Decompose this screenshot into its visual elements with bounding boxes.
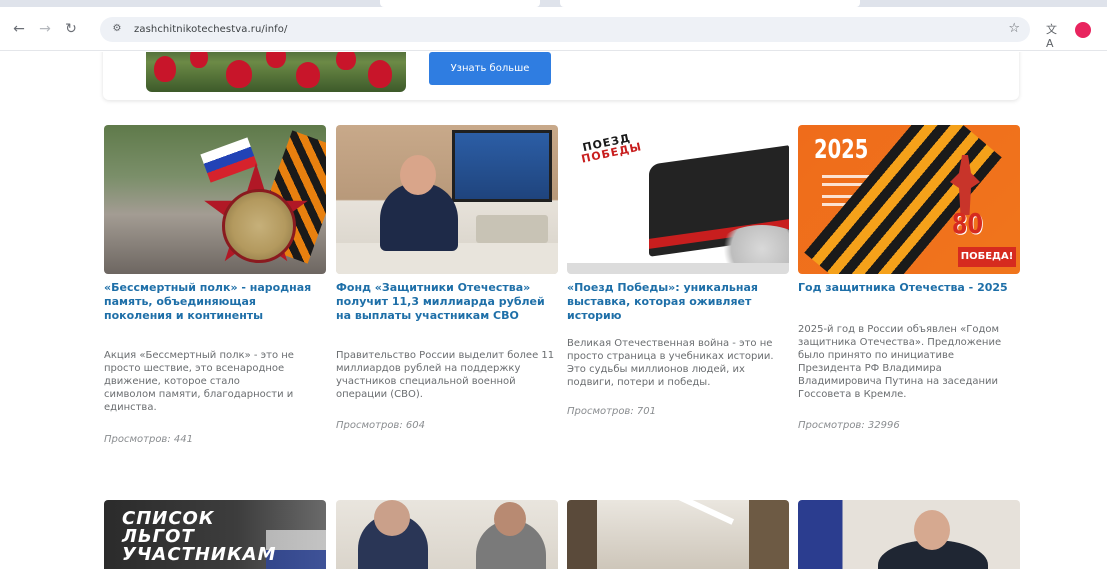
card-excerpt: 2025-й год в России объявлен «Годом защи… — [798, 324, 1002, 400]
anniversary-label: 80 — [951, 207, 984, 240]
star-icon[interactable]: ☆ — [1008, 20, 1020, 38]
card-excerpt: Правительство России выделит более 11 ми… — [336, 350, 555, 400]
arrow-left-icon[interactable]: ← — [10, 20, 28, 38]
card-views: Просмотров: 441 — [104, 434, 193, 445]
news-card-image[interactable] — [798, 500, 1020, 569]
card-image-text: СПИСОК ЛЬГОТ УЧАСТНИКАМ — [122, 508, 277, 565]
browser-tab[interactable] — [380, 0, 540, 7]
card-title[interactable]: «Поезд Победы»: уникальная выставка, кот… — [567, 281, 789, 323]
card-image-victory-train[interactable]: ПОЕЗД ПОБЕДЫ — [567, 125, 789, 274]
profile-avatar[interactable] — [1075, 22, 1091, 38]
news-card-image[interactable] — [336, 500, 558, 569]
card-title[interactable]: Год защитника Отечества - 2025 — [798, 281, 1020, 295]
site-settings-icon[interactable]: ⚙ — [110, 22, 124, 36]
page-content: Узнать больше «Бессмертный полк» - народ… — [0, 52, 1107, 569]
news-card-image[interactable] — [567, 500, 789, 569]
card-views: Просмотров: 604 — [336, 420, 425, 431]
card-title[interactable]: «Бессмертный полк» - народная память, об… — [104, 281, 326, 323]
pobeda-label: ПОБЕДА! — [958, 247, 1016, 267]
promo-banner: Узнать больше — [103, 52, 1019, 100]
banner-image-tulips — [146, 52, 406, 92]
browser-toolbar: ← → ↻ ⚙ zashchitnikotechestva.ru/info/ ☆… — [0, 7, 1107, 51]
card-image-office[interactable] — [336, 125, 558, 274]
news-card-image[interactable]: СПИСОК ЛЬГОТ УЧАСТНИКАМ — [104, 500, 326, 569]
card-title[interactable]: Фонд «Защитники Отечества» получит 11,3 … — [336, 281, 558, 323]
arrow-right-icon[interactable]: → — [36, 20, 54, 38]
train-logo: ПОЕЗД ПОБЕДЫ — [580, 131, 644, 166]
card-views: Просмотров: 32996 — [798, 420, 900, 431]
url-text[interactable]: zashchitnikotechestva.ru/info/ — [134, 22, 288, 37]
card-image-year-2025[interactable]: 2025 80 ПОБЕДА! — [798, 125, 1020, 274]
card-excerpt: Акция «Бессмертный полк» - это не просто… — [104, 350, 294, 413]
card-image-immortal-regiment[interactable] — [104, 125, 326, 274]
card-views: Просмотров: 701 — [567, 406, 656, 417]
translate-icon[interactable]: 文A — [1046, 23, 1062, 50]
reload-icon[interactable]: ↻ — [62, 20, 80, 38]
card-excerpt: Великая Отечественная война - это не про… — [567, 338, 774, 388]
learn-more-button[interactable]: Узнать больше — [429, 52, 551, 85]
browser-tab[interactable] — [560, 0, 860, 7]
year-label: 2025 — [814, 135, 869, 165]
address-bar[interactable]: ⚙ zashchitnikotechestva.ru/info/ ☆ — [100, 17, 1030, 42]
browser-tab-strip — [0, 0, 1107, 7]
